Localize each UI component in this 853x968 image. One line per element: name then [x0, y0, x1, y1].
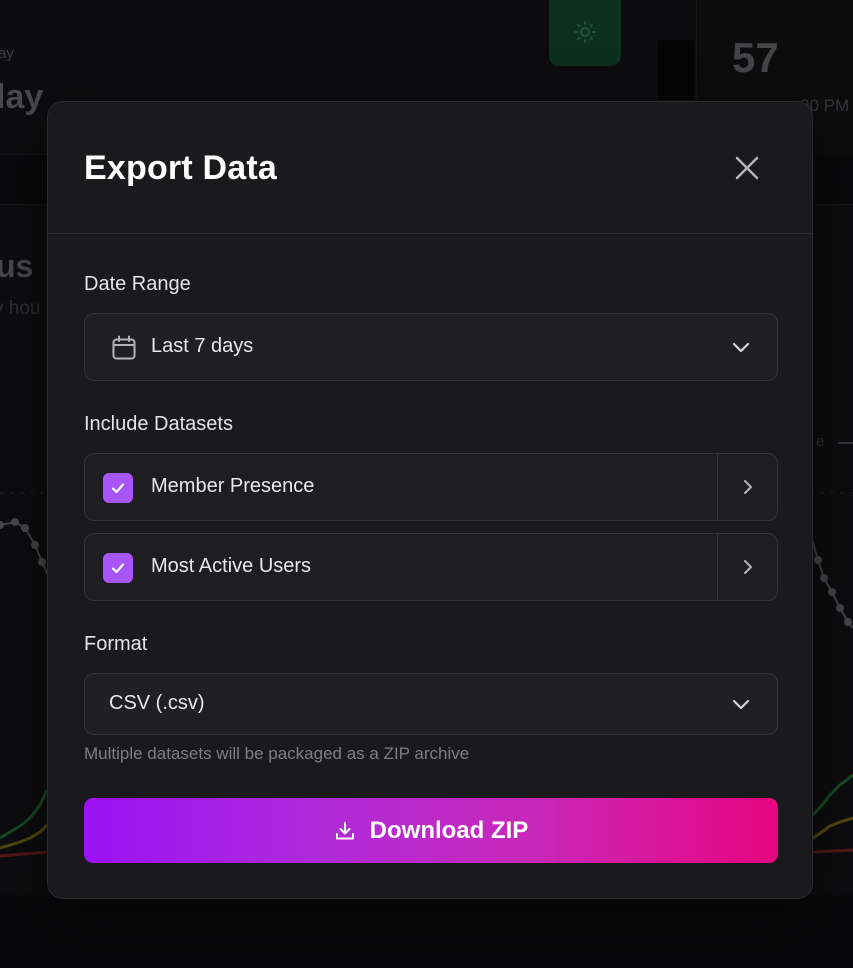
include-datasets-label: Include Datasets — [84, 413, 233, 435]
format-hint: Multiple datasets will be packaged as a … — [84, 744, 470, 763]
chevron-down-icon — [731, 339, 751, 360]
download-icon — [334, 820, 356, 842]
check-icon — [111, 563, 125, 574]
date-range-value: Last 7 days — [151, 335, 254, 357]
dataset-label: Member Presence — [151, 475, 315, 497]
date-range-select[interactable]: Last 7 days — [84, 313, 778, 381]
format-select[interactable]: CSV (.csv) — [84, 673, 778, 735]
member-presence-expand-button[interactable] — [718, 454, 777, 520]
chevron-right-icon — [743, 560, 752, 574]
chevron-right-icon — [743, 480, 752, 494]
download-zip-button[interactable]: Download ZIP — [84, 798, 778, 863]
chevron-down-icon — [731, 696, 751, 717]
calendar-icon — [110, 334, 138, 367]
download-button-label: Download ZIP — [369, 816, 529, 844]
close-icon — [735, 156, 759, 180]
close-button[interactable] — [731, 152, 763, 184]
date-range-label: Date Range — [84, 273, 191, 295]
most-active-users-expand-button[interactable] — [718, 534, 777, 600]
check-icon — [111, 483, 125, 494]
dataset-row-member-presence: Member Presence — [84, 453, 778, 521]
export-data-modal: Export Data Date Range Last 7 days Inclu… — [47, 101, 813, 899]
most-active-users-checkbox[interactable] — [103, 553, 133, 583]
format-label: Format — [84, 633, 148, 655]
modal-header: Export Data — [48, 102, 812, 234]
modal-title: Export Data — [84, 149, 278, 187]
format-value: CSV (.csv) — [109, 692, 205, 714]
member-presence-checkbox[interactable] — [103, 473, 133, 503]
dataset-row-most-active-users: Most Active Users — [84, 533, 778, 601]
dataset-label: Most Active Users — [151, 555, 312, 577]
